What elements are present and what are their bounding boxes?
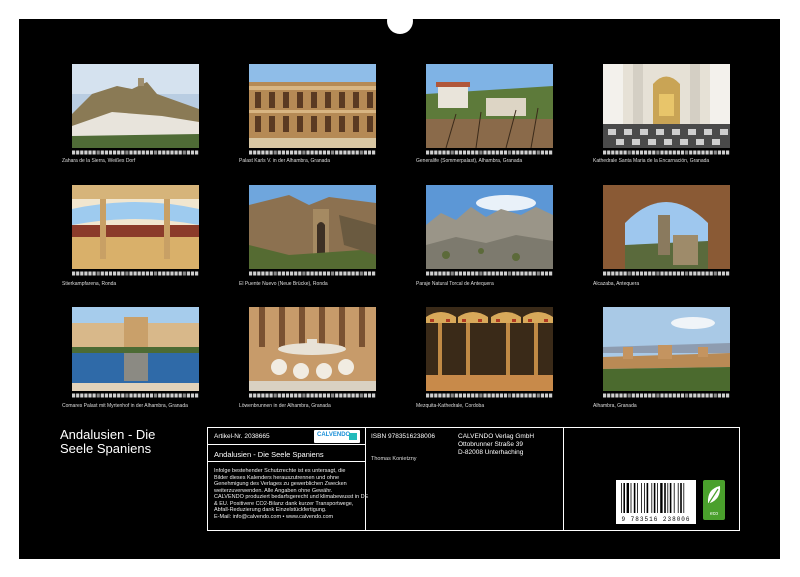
barcode-bars — [621, 483, 685, 513]
photo-palast-karls — [249, 64, 376, 148]
barcode-number: 9 783516 238006 — [621, 516, 691, 523]
photo-stierkampfarena — [72, 185, 199, 269]
arch-view-icon — [603, 185, 730, 269]
eco-badge: eco — [703, 480, 725, 520]
panel-divider-2 — [563, 428, 564, 530]
bullring-icon — [72, 185, 199, 269]
photo-mezquita — [426, 307, 553, 391]
photo-alcazaba — [603, 185, 730, 269]
publisher-line: Ottobrunner Straße 39 — [458, 441, 524, 448]
cover-title: Andalusien - Die Seele Spaniens — [60, 428, 190, 456]
author: Thomas Konietzny — [371, 456, 417, 462]
reflecting-pool-icon — [72, 307, 199, 391]
caption-12: Alhambra, Granada — [593, 403, 637, 409]
logo-mark-icon — [349, 433, 357, 440]
date-strip — [72, 393, 199, 398]
caption-2: Palast Karls V. in der Alhambra, Granada — [239, 158, 330, 164]
calvendo-logo: CALVENDO — [314, 430, 360, 443]
caption-3: Generalife (Sommerpalast), Alhambra, Gra… — [416, 158, 523, 164]
info-panel: Artikel-Nr. 2038665 CALVENDO Andalusien … — [207, 427, 740, 531]
eco-label: eco — [709, 511, 719, 517]
panel-hline-2 — [208, 461, 365, 462]
date-strip — [72, 271, 199, 276]
caption-10: Löwenbrunnen in der Alhambra, Granada — [239, 403, 331, 409]
barcode: 9 783516 238006 — [616, 480, 696, 524]
photo-comares — [72, 307, 199, 391]
photo-generalife — [426, 64, 553, 148]
isbn: ISBN 9783516238006 — [371, 433, 435, 440]
photo-zahara — [72, 64, 199, 148]
legal-line: CALVENDO produziert bedarfsgerecht und k… — [214, 494, 369, 500]
calvendo-logo-text: CALVENDO — [317, 432, 351, 438]
date-strip — [72, 150, 199, 155]
photo-alhambra — [603, 307, 730, 391]
legal-line: E-Mail: info@calvendo.com • www.calvendo… — [214, 513, 334, 520]
caption-5: Stierkampfarena, Ronda — [62, 281, 117, 287]
date-strip — [249, 393, 376, 398]
photo-loewenbrunnen — [249, 307, 376, 391]
date-strip — [426, 393, 553, 398]
photo-torcal — [426, 185, 553, 269]
garden-icon — [426, 64, 553, 148]
cover-title-line1: Andalusien - Die — [60, 427, 156, 442]
caption-4: Kathedrale Santa Maria de la Encarnación… — [593, 158, 710, 164]
date-strip — [603, 271, 730, 276]
date-strip — [426, 271, 553, 276]
date-strip — [603, 393, 730, 398]
legal-line: Infolge bestehender Schutzrechte ist es … — [214, 468, 346, 474]
caption-6: El Puente Nuevo (Neue Brücke), Ronda — [239, 281, 328, 287]
caption-9: Comares Palast mit Myrtenhof in der Alha… — [62, 403, 188, 409]
publisher-address: CALVENDO Verlag GmbH Ottobrunner Straße … — [458, 433, 534, 457]
mosque-arches-icon — [426, 307, 553, 391]
photo-kathedrale — [603, 64, 730, 148]
cathedral-interior-icon — [603, 64, 730, 148]
village-hill-icon — [72, 64, 199, 148]
date-strip — [249, 150, 376, 155]
caption-8: Alcazaba, Antequera — [593, 281, 640, 287]
legal-text: Infolge bestehender Schutzrechte ist es … — [214, 468, 368, 520]
calendar-title: Andalusien - Die Seele Spaniens — [214, 450, 324, 459]
caption-1: Zahara de la Sierra, Weißes Dorf — [62, 158, 136, 164]
caption-7: Paraje Natural Torcal de Antequera — [416, 281, 494, 287]
cover-title-line2: Seele Spaniens — [60, 441, 152, 456]
palace-courtyard-icon — [249, 64, 376, 148]
photo-puente-nuevo — [249, 185, 376, 269]
caption-11: Mezquita-Kathedrale, Cordoba — [416, 403, 485, 409]
panel-hline-1 — [208, 444, 365, 445]
publisher-line: CALVENDO Verlag GmbH — [458, 433, 535, 440]
bridge-gorge-icon — [249, 185, 376, 269]
article-number: Artikel-Nr. 2038665 — [214, 433, 270, 440]
rock-landscape-icon — [426, 185, 553, 269]
leaf-icon — [707, 486, 721, 504]
publisher-line: D-82008 Unterhaching — [458, 449, 524, 456]
hanger-hole — [387, 8, 413, 34]
date-strip — [249, 271, 376, 276]
fortress-panorama-icon — [603, 307, 730, 391]
legal-line: Genehmigung des Verlages zu gewerblichen… — [214, 481, 347, 487]
lion-fountain-icon — [249, 307, 376, 391]
date-strip — [603, 150, 730, 155]
date-strip — [426, 150, 553, 155]
